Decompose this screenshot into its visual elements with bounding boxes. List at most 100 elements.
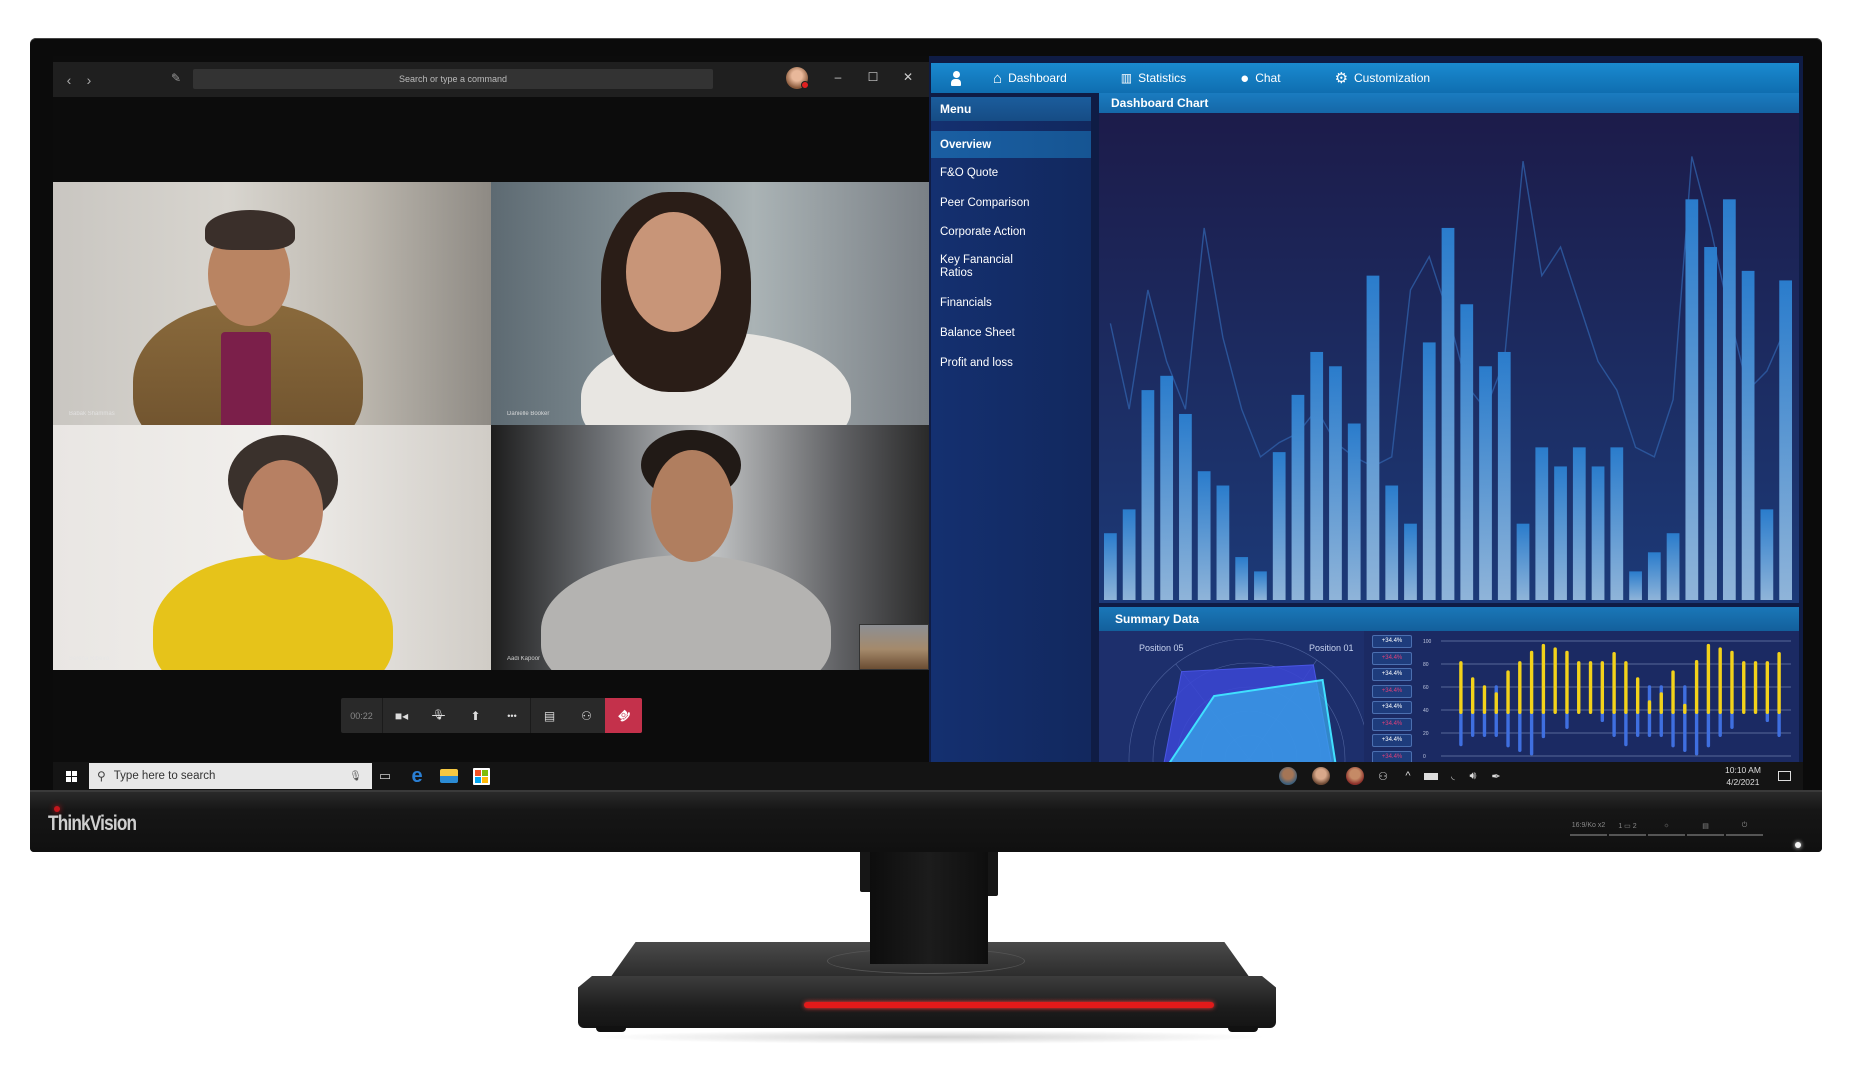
chart-bar	[1741, 270, 1755, 600]
nav-item-customization[interactable]: ⚙ Customization	[1335, 69, 1430, 87]
osd-button-power[interactable]: ⏻	[1726, 822, 1763, 848]
menu-item-peer-comparison[interactable]: Peer Comparison	[931, 188, 1091, 217]
participant-name: Serena Ribeiro	[69, 656, 110, 662]
teams-window: ‹ › ✎ Search or type a command – ☐ ✕ Bab…	[53, 56, 929, 762]
show-hidden-icons-chevron[interactable]: ^	[1399, 762, 1417, 790]
camera-button[interactable]: ■◂	[383, 698, 420, 733]
menu-item-profit-and-loss[interactable]: Profit and loss	[931, 348, 1091, 378]
compose-icon[interactable]: ✎	[171, 71, 181, 85]
menu-item-key-financial-ratios[interactable]: Key Fanancial Ratios	[931, 246, 1041, 288]
taskbar-search-box[interactable]: ⚲ Type here to search 🎙	[89, 763, 372, 789]
contact-avatar-3[interactable]	[1343, 762, 1367, 790]
menu-item-financials[interactable]: Financials	[931, 288, 1091, 318]
participants-icon: ⚇	[581, 708, 592, 723]
minimize-button[interactable]: –	[828, 70, 848, 84]
menu-item-fo-quote[interactable]: F&O Quote	[931, 158, 1091, 188]
chart-bar	[1216, 485, 1230, 600]
back-button[interactable]: ‹	[59, 72, 79, 88]
dashboard-chart-panel: Dashboard Chart	[1099, 93, 1799, 603]
participants-button[interactable]: ⚇	[568, 698, 605, 733]
microphone-icon[interactable]: 🎙	[349, 771, 362, 782]
video-tile[interactable]: Aadi Kapoor	[491, 425, 929, 670]
command-search-input[interactable]: Search or type a command	[193, 69, 713, 89]
y-tick-label: 100	[1423, 639, 1432, 645]
nav-label: Dashboard	[1008, 71, 1067, 85]
stand-red-light-strip	[804, 1002, 1214, 1008]
chart-bar	[1254, 571, 1267, 600]
chart-bar	[1685, 199, 1699, 600]
nav-item-statistics[interactable]: ▥ Statistics	[1121, 71, 1186, 85]
chat-icon: ▤	[543, 708, 556, 723]
store-icon[interactable]	[471, 766, 491, 786]
nav-item-dashboard[interactable]: ⌂ Dashboard	[993, 70, 1067, 87]
volume-icon[interactable]: 🔊︎	[1463, 762, 1483, 790]
osd-button-input[interactable]: 16:9/Ko x2	[1570, 822, 1607, 848]
summary-panel: Summary Data Position 05 Position 01 +34…	[1099, 607, 1799, 764]
osd-button-display-mode[interactable]: 1 ▭ 2	[1609, 823, 1646, 848]
more-actions-button[interactable]: •••	[494, 698, 531, 733]
menu-item-overview[interactable]: Overview	[931, 131, 1091, 158]
self-view-thumbnail[interactable]	[859, 624, 929, 670]
chart-bar	[1404, 523, 1417, 600]
stand-shadow	[590, 1030, 1270, 1044]
statistics-icon: ▥	[1120, 71, 1133, 85]
system-clock[interactable]: 10:10 AM 4/2/2021	[1725, 764, 1761, 788]
clock-date: 4/2/2021	[1726, 777, 1760, 787]
people-icon[interactable]: ⚇	[1373, 762, 1393, 790]
close-button[interactable]: ✕	[898, 70, 918, 84]
chart-bar	[1779, 280, 1792, 600]
start-button[interactable]	[53, 762, 89, 790]
call-timer: 00:22	[341, 698, 383, 733]
chart-bar	[1610, 447, 1624, 600]
chart-bar	[1179, 413, 1192, 600]
osd-button-brightness[interactable]: ☼	[1648, 822, 1685, 848]
chart-bar	[1197, 471, 1211, 600]
osd-label: ▤	[1702, 823, 1709, 830]
percentage-badge: +34.4%	[1372, 734, 1412, 747]
pen-ink-icon[interactable]: ✒	[1487, 762, 1505, 790]
clock-time: 10:10 AM	[1725, 765, 1761, 775]
power-indicator-led	[1795, 842, 1801, 848]
gear-icon: ⚙	[1334, 70, 1349, 87]
contact-avatar-2[interactable]	[1309, 762, 1333, 790]
y-tick-label: 80	[1423, 662, 1429, 668]
participant-head	[626, 212, 721, 332]
chart-bar	[1760, 509, 1774, 600]
y-tick-label: 20	[1423, 731, 1429, 737]
video-tile[interactable]: Danielle Booker	[491, 182, 929, 425]
video-tile[interactable]: Serena Ribeiro	[53, 425, 491, 670]
mute-button[interactable]: 🎙	[420, 698, 457, 733]
taskbar: ⚲ Type here to search 🎙 ▭ e ⚇ ^ ◟ 🔊︎ ✒ 1…	[53, 762, 1803, 790]
maximize-button[interactable]: ☐	[863, 70, 883, 84]
menu-item-balance-sheet[interactable]: Balance Sheet	[931, 318, 1091, 348]
action-center-icon[interactable]	[1773, 762, 1795, 790]
video-tile[interactable]: Babak Shammas	[53, 182, 491, 425]
presence-busy-icon	[801, 81, 809, 89]
hang-up-button[interactable]: ☎	[605, 698, 642, 733]
battery-icon[interactable]	[1421, 762, 1441, 790]
task-view-icon[interactable]: ▭	[375, 766, 395, 786]
chart-bar	[1122, 509, 1136, 600]
chart-bar	[1572, 447, 1586, 600]
chart-bar	[1722, 199, 1736, 600]
nav-item-chat[interactable]: ● Chat	[1240, 70, 1280, 87]
wifi-icon[interactable]: ◟	[1445, 762, 1461, 790]
participant-head	[651, 450, 733, 562]
chart-bar	[1441, 227, 1455, 600]
menu-item-corporate-action[interactable]: Corporate Action	[931, 217, 1091, 246]
menu-title: Menu	[931, 97, 1091, 121]
edge-browser-icon[interactable]: e	[407, 765, 427, 787]
participant-shirt	[221, 332, 271, 425]
chart-bar	[1647, 552, 1661, 600]
osd-button-menu[interactable]: ▤	[1687, 823, 1724, 848]
stand-foot-right	[1228, 1026, 1258, 1032]
dashboard-nav-bar: ⌂ Dashboard ▥ Statistics ● Chat ⚙ Custom…	[931, 63, 1799, 93]
forward-button[interactable]: ›	[79, 72, 99, 88]
share-screen-button[interactable]: ⬆	[457, 698, 494, 733]
search-icon: ⚲	[97, 769, 106, 783]
file-explorer-icon[interactable]	[439, 766, 459, 786]
share-icon: ⬆	[470, 708, 481, 723]
user-icon[interactable]	[949, 70, 963, 86]
contact-avatar-1[interactable]	[1276, 762, 1300, 790]
chat-button[interactable]: ▤	[531, 698, 568, 733]
